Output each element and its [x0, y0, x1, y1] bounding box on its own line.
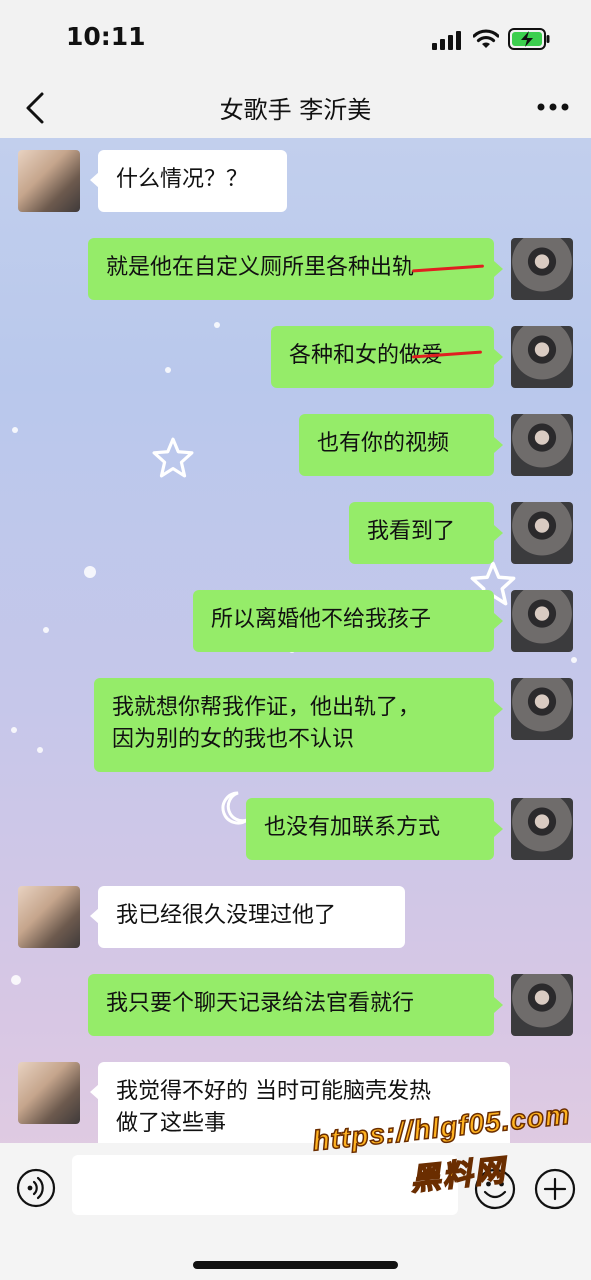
bubble-tail: [494, 701, 503, 717]
voice-input-icon[interactable]: [16, 1168, 56, 1208]
bubble-tail: [494, 349, 503, 365]
message-bubble-sent[interactable]: 各种和女的做爱: [271, 326, 494, 388]
user-avatar[interactable]: [511, 502, 573, 564]
wifi-icon: [473, 29, 499, 48]
bubble-tail: [494, 437, 503, 453]
user-avatar[interactable]: [511, 326, 573, 388]
bubble-tail: [494, 997, 503, 1013]
user-avatar[interactable]: [511, 590, 573, 652]
bubble-tail: [494, 525, 503, 541]
message-bubble-sent[interactable]: 也有你的视频: [299, 414, 494, 476]
message-bubble-sent[interactable]: 我只要个聊天记录给法官看就行: [88, 974, 494, 1036]
bubble-tail: [494, 613, 503, 629]
message-bubble-sent[interactable]: 我看到了: [349, 502, 494, 564]
chat-title: 女歌手 李沂美: [219, 96, 372, 124]
battery-charging-icon: [508, 28, 550, 50]
plus-icon[interactable]: [534, 1168, 576, 1210]
more-dots-icon[interactable]: [535, 92, 571, 122]
user-avatar[interactable]: [511, 238, 573, 300]
message-bubble-received[interactable]: 什么情况？？: [98, 150, 287, 212]
chat-header: 女歌手 李沂美: [0, 80, 591, 138]
cellular-signal-icon: [432, 31, 461, 50]
bubble-tail: [494, 261, 503, 277]
contact-avatar[interactable]: [18, 886, 80, 948]
bubble-tail: [494, 821, 503, 837]
contact-avatar[interactable]: [18, 150, 80, 212]
message-bubble-received[interactable]: 我已经很久没理过他了: [98, 886, 405, 948]
user-avatar[interactable]: [511, 678, 573, 740]
message-bubble-sent[interactable]: 所以离婚他不给我孩子: [193, 590, 494, 652]
chat-screen: 10:11 女歌手 李沂美 什么情况？？ 就是他在自定义厕所里各种出轨 各种和女…: [0, 0, 591, 1280]
message-bubble-sent[interactable]: 我就想你帮我作证，他出轨了， 因为别的女的我也不认识: [94, 678, 494, 772]
status-time: 10:11: [66, 22, 146, 51]
message-bubble-sent[interactable]: 也没有加联系方式: [246, 798, 494, 860]
contact-avatar[interactable]: [18, 1062, 80, 1124]
user-avatar[interactable]: [511, 798, 573, 860]
user-avatar[interactable]: [511, 974, 573, 1036]
user-avatar[interactable]: [511, 414, 573, 476]
home-indicator: [193, 1261, 398, 1269]
message-input[interactable]: [72, 1155, 458, 1215]
status-bar: 10:11: [0, 0, 591, 80]
